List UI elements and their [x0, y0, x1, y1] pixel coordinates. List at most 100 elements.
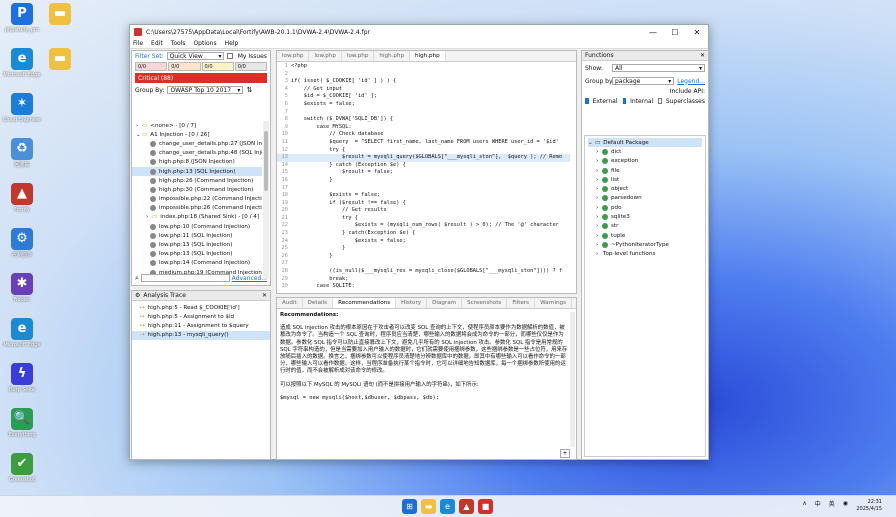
start-icon[interactable]: ⊞: [402, 499, 417, 514]
tray-icon[interactable]: ∧: [802, 500, 806, 507]
group-select[interactable]: OWASP Top 10 2017 ▾: [167, 86, 244, 94]
fn-item[interactable]: › sqlite3: [588, 212, 702, 221]
desktop-icon[interactable]: ✱ Fiddler: [2, 273, 42, 303]
edge-icon[interactable]: e: [440, 499, 455, 514]
trace-item[interactable]: ↦ high.php:5 - Read $_COOKIE['id']: [132, 303, 270, 312]
desktop-icon[interactable]: ▲ Fortify: [2, 183, 42, 213]
fortify-taskbar-icon[interactable]: ▲: [459, 499, 474, 514]
issue-tree-item[interactable]: low.php:13 (SQL Injection): [132, 250, 262, 259]
fn-item[interactable]: › pdo: [588, 203, 702, 212]
trace-item[interactable]: ⇢ high.php:13 - mysqli_query(): [132, 330, 270, 340]
menu-edit[interactable]: Edit: [151, 40, 163, 47]
fn-top-level[interactable]: › Top-level functions: [588, 250, 702, 259]
filter-select[interactable]: Quick View ▾: [166, 52, 225, 60]
sev-medium[interactable]: 0/0: [201, 62, 234, 71]
fn-item[interactable]: › parsedown: [588, 194, 702, 203]
clock[interactable]: 22:31 2025/4/15: [856, 499, 882, 513]
details-tab[interactable]: Recommendations: [333, 298, 397, 308]
details-tab[interactable]: Details: [303, 298, 334, 308]
trace-item[interactable]: ↦ high.php:11 - Assignment to $query: [132, 321, 270, 330]
search-input[interactable]: [140, 274, 230, 282]
issue-tree-item[interactable]: › ▭ index.php:18 (Shared Sink) - [0 / 4]: [132, 213, 262, 222]
issue-scrollbar[interactable]: [263, 121, 269, 279]
rec-scrollbar[interactable]: [570, 312, 575, 447]
fn-item[interactable]: › ~PythonIteratorType: [588, 240, 702, 249]
editor-tab[interactable]: high.php: [374, 51, 411, 61]
show-select[interactable]: All ▾: [612, 64, 705, 72]
details-tab[interactable]: Audit: [277, 298, 303, 308]
issue-tree-item[interactable]: ⌄ ▭ A1 Injection - [0 / 26]: [132, 130, 262, 139]
tray-icon[interactable]: 英: [829, 499, 835, 508]
functions-close-icon[interactable]: ✕: [700, 52, 705, 59]
close-button[interactable]: ✕: [686, 28, 708, 37]
fn-item[interactable]: › str: [588, 222, 702, 231]
sev-high[interactable]: 0/0: [168, 62, 201, 71]
desktop-icon[interactable]: Pphpstudy_pro: [2, 3, 42, 33]
issue-tree-item[interactable]: impossible.php:26 (Command Injection: [132, 204, 262, 213]
issue-tree-item[interactable]: change_user_details.php:48 (SQL Inject: [132, 149, 262, 158]
app-taskbar-icon[interactable]: ■: [478, 499, 493, 514]
issue-tree-item[interactable]: high.php:30 (Command Injection): [132, 185, 262, 194]
issue-tree-item[interactable]: high.php:26 (Command Injection): [132, 176, 262, 185]
editor-tab[interactable]: high.php: [410, 51, 446, 61]
desktop-icon[interactable]: e Microsoft Edge: [2, 48, 42, 78]
maximize-button[interactable]: ☐: [664, 28, 686, 37]
fn-item[interactable]: › file: [588, 166, 702, 175]
issue-tree-item[interactable]: impossible.php:22 (Command Injection: [132, 195, 262, 204]
fn-item[interactable]: › tuple: [588, 231, 702, 240]
details-tab[interactable]: History: [396, 298, 428, 308]
minimize-button[interactable]: —: [642, 28, 664, 37]
file-explorer-icon[interactable]: ▬: [421, 499, 436, 514]
issue-tree-item[interactable]: high.php:8 (JSON Injection): [132, 158, 262, 167]
issue-tree-item[interactable]: change_user_details.php:27 (JSON Inje: [132, 139, 262, 148]
internal-checkbox[interactable]: [622, 98, 627, 104]
fn-item[interactable]: › list: [588, 175, 702, 184]
code-view[interactable]: 1 <?php 2 3 if( isset( $_COOKIE[ 'id' ] ) ) …: [277, 63, 570, 291]
editor-tab[interactable]: low.php: [342, 51, 375, 61]
critical-tab[interactable]: Critical (88): [135, 73, 267, 83]
menu-tools[interactable]: Tools: [171, 40, 186, 47]
fn-root[interactable]: ⌄ ▭ Default Package: [588, 138, 702, 148]
desktop-icon[interactable]: ϟ Burp Suite: [2, 363, 42, 393]
details-tab[interactable]: Filters: [507, 298, 536, 308]
details-tab[interactable]: Screenshots: [462, 298, 508, 308]
sort-icon[interactable]: ⇅: [246, 86, 252, 94]
fn-item[interactable]: › object: [588, 184, 702, 193]
issue-tree-item[interactable]: low.php:14 (Command Injection): [132, 259, 262, 268]
my-issues-checkbox[interactable]: [227, 53, 233, 59]
add-icon[interactable]: +: [560, 449, 570, 458]
fn-item[interactable]: › exception: [588, 157, 702, 166]
sev-critical[interactable]: 0/0: [135, 62, 168, 71]
issue-tree-item[interactable]: low.php:11 (SQL Injection): [132, 231, 262, 240]
issue-tree-item[interactable]: high.php:13 (SQL Injection): [132, 166, 262, 177]
groupby-select[interactable]: package ▾: [612, 77, 675, 85]
editor-tab[interactable]: low.php: [277, 51, 310, 61]
issue-tree-item[interactable]: low.php:13 (SQL Injection): [132, 240, 262, 249]
desktop-icon[interactable]: e Microsoft Edge: [2, 318, 42, 348]
desktop-icon[interactable]: ▬: [40, 48, 80, 72]
trace-close-icon[interactable]: ✕: [262, 292, 267, 299]
advanced-link[interactable]: Advanced...: [232, 275, 267, 282]
issue-tree-item[interactable]: low.php:10 (Command Injection): [132, 222, 262, 231]
desktop-icon[interactable]: 🔍 Everything: [2, 408, 42, 438]
menu-file[interactable]: File: [133, 40, 143, 47]
desktop-icon[interactable]: ♻ 回收站: [2, 138, 42, 168]
issue-tree-item[interactable]: › ▭ <none> - [0 / 7]: [132, 121, 262, 130]
external-checkbox[interactable]: [585, 98, 589, 104]
desktop-icon[interactable]: ✶ Cloud Engineer: [2, 93, 42, 123]
fn-item[interactable]: › dict: [588, 147, 702, 156]
tray-icon[interactable]: ◉: [843, 500, 848, 507]
tray-icon[interactable]: 中: [815, 499, 821, 508]
desktop-icon[interactable]: ✔ Greenshot: [2, 453, 42, 483]
menu-help[interactable]: Help: [225, 40, 239, 47]
desktop-icon[interactable]: ▬: [40, 3, 80, 27]
details-tab[interactable]: Diagram: [427, 298, 463, 308]
sev-low[interactable]: 0/0: [234, 62, 267, 71]
superclasses-checkbox[interactable]: [658, 98, 662, 104]
menu-options[interactable]: Options: [193, 40, 216, 47]
details-tab[interactable]: Warnings: [535, 298, 573, 308]
editor-tab[interactable]: low.php: [309, 51, 342, 61]
legend-link[interactable]: Legend...: [677, 78, 705, 85]
desktop-icon[interactable]: ⚙ 控制面板: [2, 228, 42, 258]
trace-item[interactable]: ↦ high.php:5 - Assignment to $id: [132, 312, 270, 321]
